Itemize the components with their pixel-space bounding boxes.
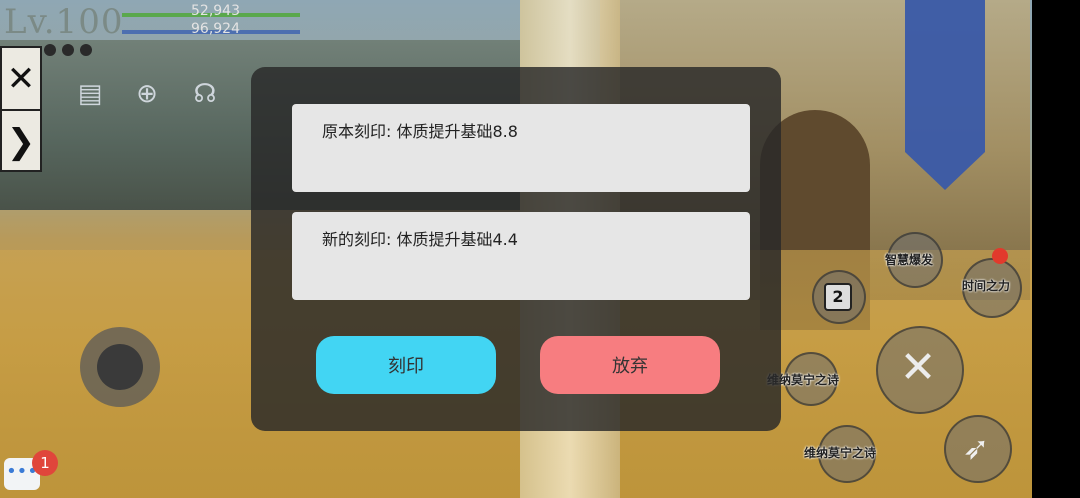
item-slot-number: 2 — [824, 283, 852, 311]
original-imprint-text: 原本刻印: 体质提升基础8.8 — [322, 122, 518, 141]
screen-edge-bar — [1032, 0, 1080, 498]
imprint-dialog: 原本刻印: 体质提升基础8.8 新的刻印: 体质提升基础4.4 刻印 放弃 — [251, 67, 781, 431]
status-dot — [62, 44, 74, 56]
imprint-button[interactable]: 刻印 — [316, 336, 496, 394]
crossed-swords-icon: ✕ — [899, 342, 937, 393]
abandon-button[interactable]: 放弃 — [540, 336, 720, 394]
hp-value: 52,943 — [191, 3, 240, 19]
status-dots — [44, 44, 92, 56]
skill-time-power-label: 时间之力 — [962, 279, 1011, 293]
player-level: Lv.100 — [4, 2, 124, 42]
movement-joystick[interactable] — [80, 327, 160, 407]
close-icon[interactable]: ✕ — [2, 48, 40, 111]
skill-wisdom-burst-label: 智慧爆发 — [885, 253, 934, 267]
quest-scroll-icon[interactable]: ▤ — [74, 78, 106, 110]
running-figure-icon: ➶ — [962, 429, 990, 467]
status-dot — [44, 44, 56, 56]
skill-ready-indicator — [992, 248, 1008, 264]
side-panel: ✕ ❯ — [0, 46, 42, 172]
new-imprint-text: 新的刻印: 体质提升基础4.4 — [322, 230, 518, 249]
mp-value: 96,924 — [191, 21, 240, 37]
chat-unread-badge: 1 — [32, 450, 58, 476]
hanging-banner — [905, 0, 985, 190]
globe-icon[interactable]: ⊕ — [131, 78, 163, 110]
status-dot — [80, 44, 92, 56]
support-headset-icon[interactable]: ☊ — [189, 78, 221, 110]
skill-vina-poem-2-label: 维纳莫宁之诗 — [804, 446, 877, 460]
new-imprint-box: 新的刻印: 体质提升基础4.4 — [292, 212, 750, 300]
chevron-right-icon[interactable]: ❯ — [2, 111, 40, 172]
original-imprint-box: 原本刻印: 体质提升基础8.8 — [292, 104, 750, 192]
